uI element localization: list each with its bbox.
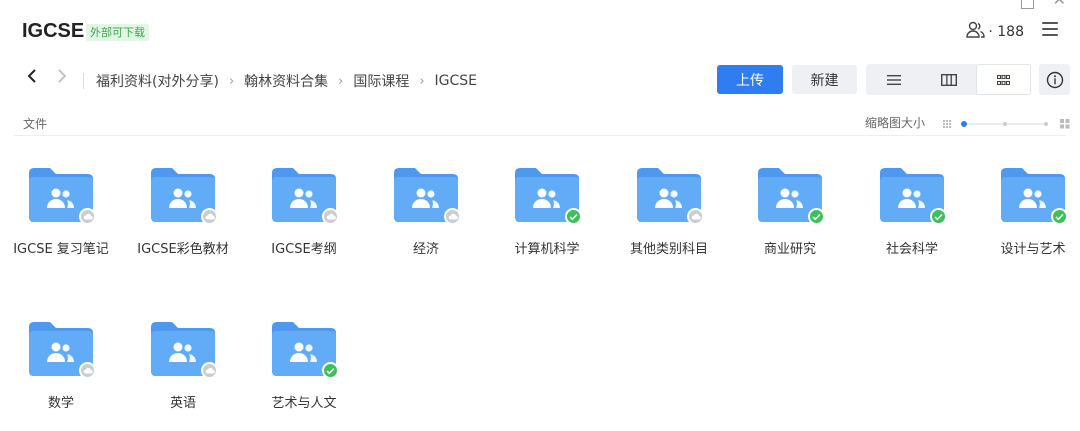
members-button[interactable]: · 188 (966, 21, 1024, 43)
folder-name: 社会科学 (885, 242, 938, 257)
folder-item[interactable]: 其他类别科目 (619, 165, 719, 261)
breadcrumb-item[interactable]: 国际课程 (353, 71, 409, 91)
menu-icon[interactable] (1042, 22, 1058, 36)
breadcrumb-item[interactable]: 翰林资料合集 (244, 71, 328, 91)
folder-item[interactable]: 艺术与人文 (254, 319, 354, 415)
folder-item[interactable]: IGCSE彩色教材 (133, 165, 233, 261)
folder-name: 艺术与人文 (271, 396, 337, 411)
shared-folder-icon (634, 165, 704, 225)
folder-name: 计算机科学 (514, 242, 580, 257)
synced-check-icon (1051, 208, 1068, 225)
divider (14, 135, 1066, 136)
breadcrumb-item-current[interactable]: IGCSE (435, 73, 478, 89)
list-view-icon (886, 74, 901, 85)
breadcrumb: 福利资料(对外分享) › 翰林资料合集 › 国际课程 › IGCSE (96, 71, 477, 91)
folder-name: 设计与艺术 (1000, 242, 1066, 257)
folder-item[interactable]: 商业研究 (740, 165, 840, 261)
folder-item[interactable]: 经济 (376, 165, 476, 261)
new-button[interactable]: 新建 (792, 65, 857, 94)
thumbnail-size-label: 缩略图大小 (865, 116, 926, 130)
grid-view-button[interactable] (976, 64, 1031, 95)
back-icon[interactable] (26, 68, 38, 89)
cloud-status-icon (687, 208, 704, 225)
folder-item[interactable]: 数学 (11, 319, 111, 415)
shared-folder-icon (269, 165, 339, 225)
shared-folder-icon (998, 165, 1068, 225)
cloud-status-icon (79, 362, 96, 379)
synced-check-icon (808, 208, 825, 225)
folder-item[interactable]: 英语 (133, 319, 233, 415)
header: IGCSE 外部可下载 · 188 (0, 0, 1080, 60)
large-grid-icon (1060, 119, 1070, 129)
members-icon (966, 21, 986, 43)
synced-check-icon (565, 208, 582, 225)
shared-folder-icon (269, 319, 339, 379)
folder-item[interactable]: 社会科学 (862, 165, 962, 261)
small-grid-icon (943, 120, 951, 128)
synced-check-icon (322, 362, 339, 379)
info-icon (1046, 71, 1063, 88)
folder-name: 商业研究 (763, 242, 816, 257)
info-button[interactable] (1039, 64, 1070, 95)
column-view-icon (940, 73, 957, 86)
folder-name: 其他类别科目 (629, 242, 708, 257)
cloud-status-icon (201, 208, 218, 225)
folder-item[interactable]: IGCSE考纲 (254, 165, 354, 261)
folder-name: 经济 (412, 242, 439, 257)
shared-folder-icon (148, 165, 218, 225)
shared-folder-icon (26, 165, 96, 225)
view-switcher (866, 64, 1031, 95)
list-toolbar: 文件 缩略图大小 (0, 106, 1080, 136)
shared-folder-icon (755, 165, 825, 225)
file-column-label: 文件 (23, 117, 48, 131)
column-view-button[interactable] (921, 64, 976, 95)
folder-item[interactable]: IGCSE 复习笔记 (11, 165, 111, 261)
folder-name: IGCSE考纲 (271, 242, 337, 257)
shared-folder-icon (512, 165, 582, 225)
upload-button[interactable]: 上传 (717, 65, 783, 94)
shared-folder-icon (148, 319, 218, 379)
cloud-status-icon (322, 208, 339, 225)
cloud-status-icon (444, 208, 461, 225)
chevron-right-icon: › (228, 73, 235, 89)
external-download-badge: 外部可下载 (86, 24, 149, 41)
member-count: · 188 (988, 24, 1024, 40)
nav-divider (83, 73, 84, 89)
breadcrumb-item[interactable]: 福利资料(对外分享) (96, 71, 219, 91)
folder-name: 数学 (47, 396, 74, 411)
folder-name: IGCSE 复习笔记 (13, 242, 109, 257)
folder-item[interactable]: 计算机科学 (497, 165, 597, 261)
folder-item[interactable]: 设计与艺术 (983, 165, 1080, 261)
forward-icon[interactable] (56, 68, 68, 89)
folder-name: 英语 (169, 396, 196, 411)
shared-folder-icon (391, 165, 461, 225)
synced-check-icon (930, 208, 947, 225)
shared-folder-icon (877, 165, 947, 225)
grid-view-icon (997, 74, 1010, 85)
thumbnail-size-slider[interactable] (943, 115, 1071, 129)
page-title: IGCSE (22, 20, 85, 42)
folder-name: IGCSE彩色教材 (137, 242, 229, 257)
shared-folder-icon (26, 319, 96, 379)
chevron-right-icon: › (419, 73, 425, 89)
list-view-button[interactable] (866, 64, 921, 95)
cloud-status-icon (79, 208, 96, 225)
chevron-right-icon: › (338, 73, 344, 89)
cloud-status-icon (201, 362, 218, 379)
